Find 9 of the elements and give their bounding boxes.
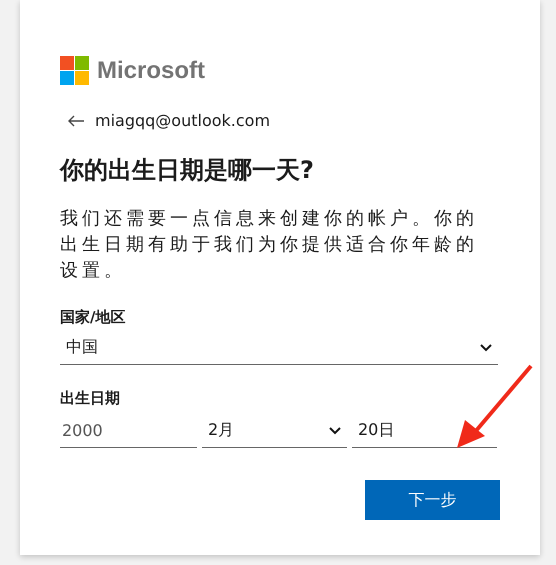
birthdate-label: 出生日期 [60, 389, 121, 408]
brand-name: Microsoft [97, 56, 205, 84]
country-select[interactable]: 中国 [60, 331, 498, 365]
next-button[interactable]: 下一步 [365, 480, 500, 520]
page-title: 你的出生日期是哪一天? [60, 155, 315, 186]
country-label: 国家/地区 [60, 308, 126, 327]
description-text: 我们还需要一点信息来创建你的帐户。你的出生日期有助于我们为你提供适合你年龄的设置。 [60, 207, 479, 283]
account-email: miagqq@outlook.com [95, 111, 270, 130]
month-select[interactable]: 2月 [202, 414, 347, 448]
